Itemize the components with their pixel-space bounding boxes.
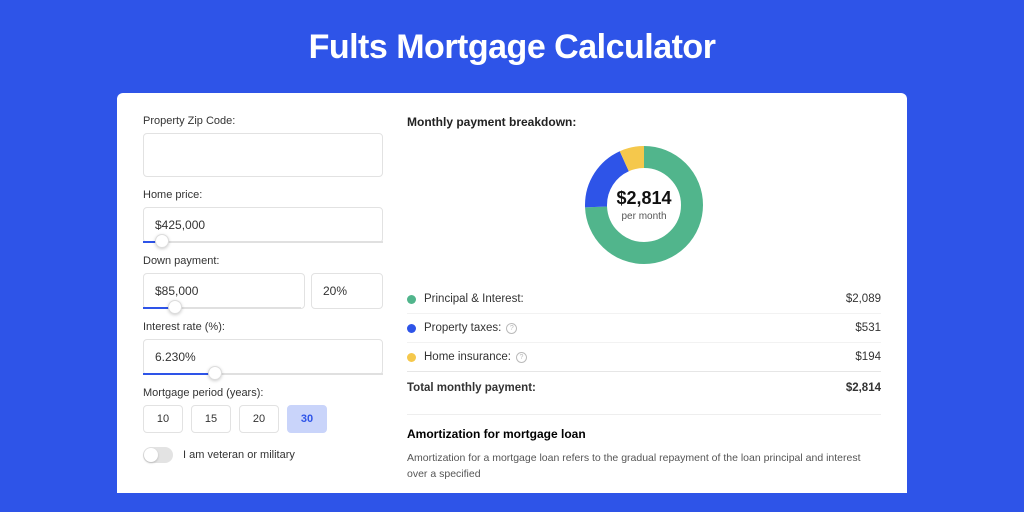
down-amount-input[interactable]: [143, 273, 305, 309]
breakdown-amount: $194: [855, 351, 881, 363]
legend-dot: [407, 324, 416, 333]
breakdown-label: Property taxes:?: [424, 322, 855, 334]
info-icon[interactable]: ?: [506, 323, 517, 334]
breakdown-label: Principal & Interest:: [424, 293, 846, 305]
period-option-10[interactable]: 10: [143, 405, 183, 433]
breakdown-title: Monthly payment breakdown:: [407, 115, 881, 129]
veteran-toggle[interactable]: [143, 447, 173, 463]
legend-dot: [407, 295, 416, 304]
amortization-section: Amortization for mortgage loan Amortizat…: [407, 427, 881, 483]
breakdown-amount: $531: [855, 322, 881, 334]
total-label: Total monthly payment:: [407, 382, 846, 394]
breakdown-label: Home insurance:?: [424, 351, 855, 363]
legend-dot: [407, 353, 416, 362]
breakdown-row: Home insurance:?$194: [407, 342, 881, 371]
period-group: 10 15 20 30: [143, 405, 383, 433]
info-icon[interactable]: ?: [516, 352, 527, 363]
rate-slider[interactable]: [143, 373, 383, 375]
payment-donut-chart: $2,814 per month: [580, 141, 708, 269]
period-label: Mortgage period (years):: [143, 387, 383, 399]
total-amount: $2,814: [846, 382, 881, 394]
donut-total: $2,814: [616, 188, 671, 209]
down-percent-input[interactable]: [311, 273, 383, 309]
breakdown-amount: $2,089: [846, 293, 881, 305]
period-option-15[interactable]: 15: [191, 405, 231, 433]
price-input[interactable]: [143, 207, 383, 243]
inputs-column: Property Zip Code: Home price: Down paym…: [143, 115, 383, 493]
down-slider[interactable]: [143, 307, 301, 309]
rate-slider-thumb[interactable]: [208, 366, 222, 380]
veteran-label: I am veteran or military: [183, 449, 295, 461]
results-column: Monthly payment breakdown: $2,814 per mo…: [407, 115, 881, 493]
period-option-20[interactable]: 20: [239, 405, 279, 433]
rate-input[interactable]: [143, 339, 383, 375]
toggle-knob: [144, 448, 158, 462]
zip-label: Property Zip Code:: [143, 115, 383, 127]
period-option-30[interactable]: 30: [287, 405, 327, 433]
amortization-title: Amortization for mortgage loan: [407, 427, 881, 441]
price-slider[interactable]: [143, 241, 383, 243]
breakdown-row: Property taxes:?$531: [407, 313, 881, 342]
price-slider-thumb[interactable]: [155, 234, 169, 248]
price-label: Home price:: [143, 189, 383, 201]
breakdown-row: Principal & Interest:$2,089: [407, 285, 881, 313]
zip-input[interactable]: [143, 133, 383, 177]
amortization-text: Amortization for a mortgage loan refers …: [407, 451, 881, 483]
rate-label: Interest rate (%):: [143, 321, 383, 333]
calculator-card: Property Zip Code: Home price: Down paym…: [117, 93, 907, 493]
down-label: Down payment:: [143, 255, 383, 267]
down-slider-thumb[interactable]: [168, 300, 182, 314]
donut-sub: per month: [621, 211, 666, 222]
total-row: Total monthly payment: $2,814: [407, 371, 881, 402]
page-title: Fults Mortgage Calculator: [117, 28, 907, 67]
